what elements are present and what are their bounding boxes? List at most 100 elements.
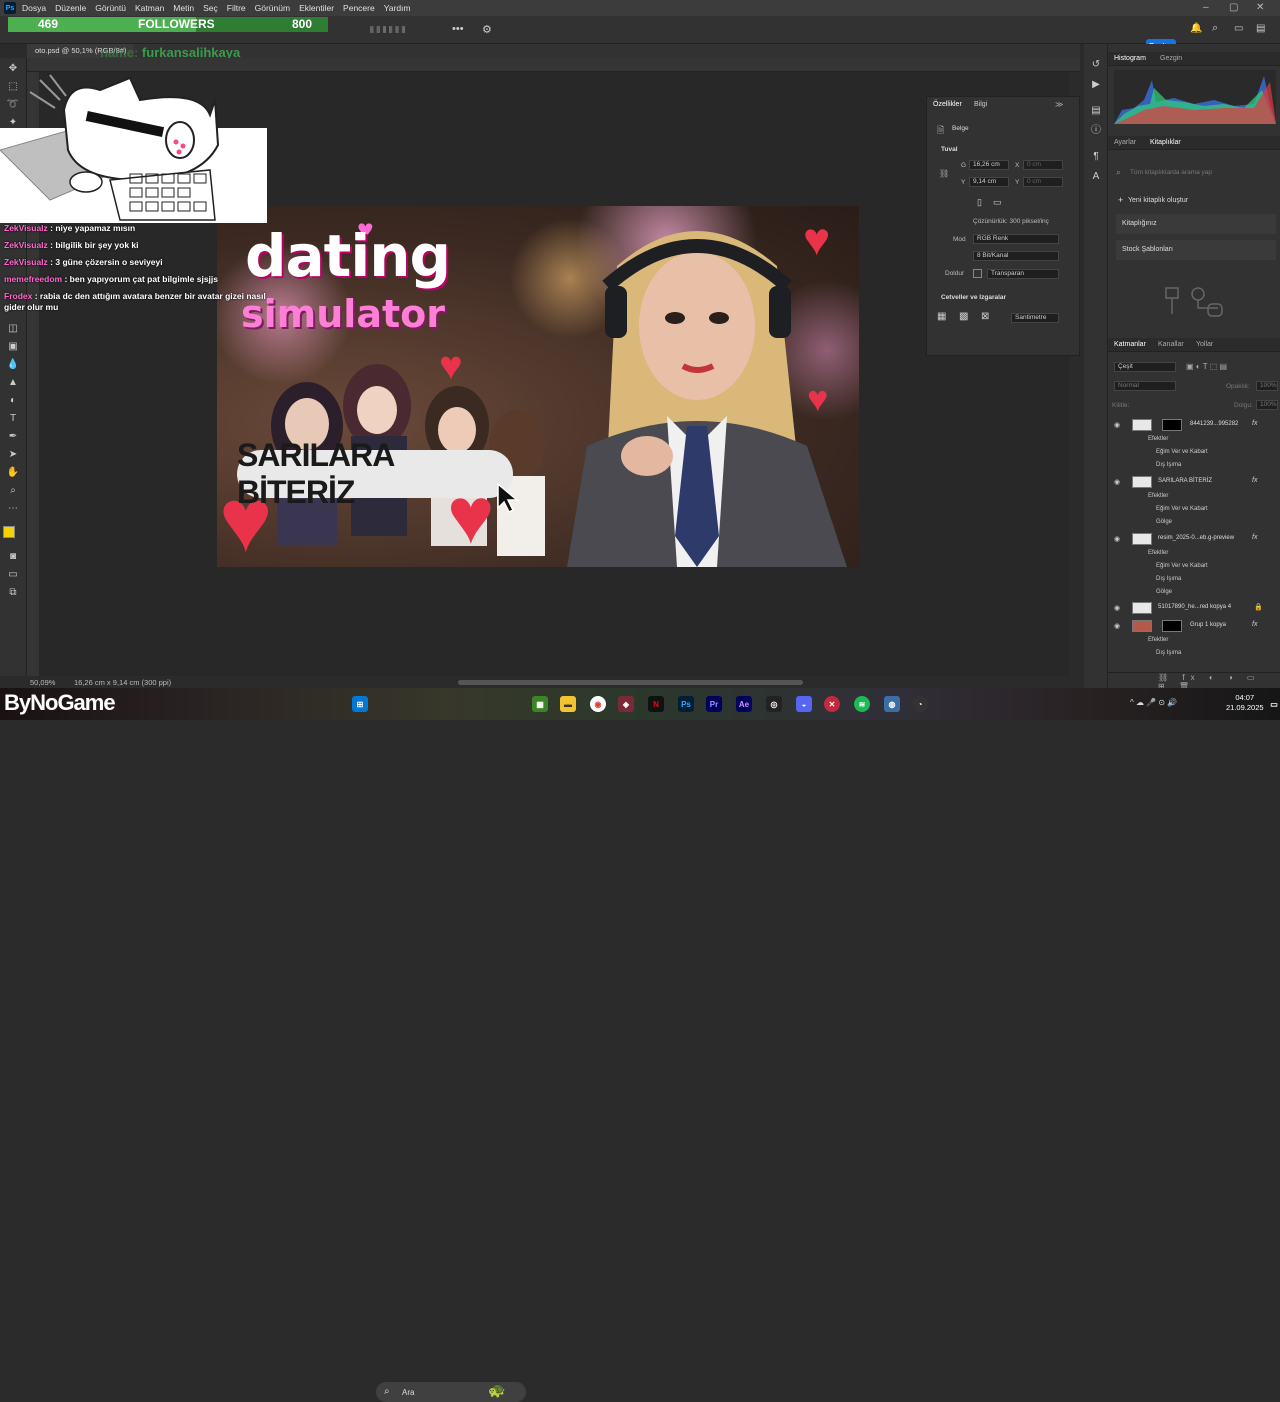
fx-icon[interactable]: fx [1252,621,1257,628]
layers-footer-buttons[interactable]: ⛓ fx ◐ ◑ ▭ ⊞ 🗑 [1108,672,1280,691]
fill-swatch[interactable] [973,269,982,278]
chrome-icon[interactable]: ◉ [590,696,606,712]
history-icon[interactable]: ↺ [1089,58,1103,72]
units-select[interactable]: Santimetre [1011,313,1059,323]
layer-effects-label[interactable]: Efektler [1148,550,1168,556]
menu-window[interactable]: Pencere [343,3,375,13]
fill-opacity-field[interactable]: 100% [1256,400,1278,410]
more-tools-icon[interactable]: ⋯ [6,502,20,516]
minimize-icon[interactable]: – [1203,2,1209,13]
tab-channels[interactable]: Kanallar [1158,341,1184,348]
thumbnail-artwork[interactable]: ♥ ♥ ♥ ♥ ♥ ♥ dating simulator SARILARA Bİ… [217,206,859,567]
panel-menu-icon[interactable]: ≫ [1055,100,1063,109]
minecraft-icon[interactable]: ▦ [532,696,548,712]
tab-properties[interactable]: Özellikler [933,101,962,108]
app-icon[interactable]: ◎ [766,696,782,712]
tab-adjustments[interactable]: Ayarlar [1114,139,1136,146]
character-icon[interactable]: A [1089,170,1103,184]
actions-icon[interactable]: ▶ [1089,78,1103,92]
zoom-level[interactable]: 50,09% [30,678,55,687]
layer-row[interactable]: ◉ 51017890_he...red kopya 4 🔒 [1108,600,1280,616]
layer-row[interactable]: ◉ Grup 1 kopya fx [1108,618,1280,634]
layer-effect[interactable]: Dış Işıma [1156,462,1181,468]
info-icon[interactable]: ⓘ [1089,124,1103,138]
layer-row[interactable]: ◉ resim_2025-0...eb.g-preview fx [1108,531,1280,547]
zoom-tool-icon[interactable]: ⌕ [6,484,20,498]
width-field[interactable]: 16,26 cm [969,160,1009,170]
layer-effect[interactable]: Gölge [1156,589,1172,595]
mode-select[interactable]: RGB Renk [973,234,1059,244]
my-libraries-item[interactable]: Kitaplığınız [1116,214,1276,234]
menu-edit[interactable]: Düzenle [55,3,86,13]
layer-effects-label[interactable]: Efektler [1148,436,1168,442]
netflix-icon[interactable]: N [648,696,664,712]
menu-filter[interactable]: Filtre [227,3,246,13]
eye-icon[interactable]: ◉ [1114,604,1120,612]
path-select-icon[interactable]: ➤ [6,448,20,462]
blur-tool-icon[interactable]: 💧 [6,358,20,372]
bit-depth-select[interactable]: 8 Bit/Kanal [973,251,1059,261]
close-icon[interactable]: ✕ [1256,2,1264,13]
landscape-orientation-icon[interactable]: ▭ [993,197,1002,208]
portrait-orientation-icon[interactable]: ▯ [977,197,982,208]
layout-icon[interactable]: ▤ [1256,23,1265,34]
workspace-icon[interactable]: ▭ [1234,23,1243,34]
eraser-tool-icon[interactable]: ◫ [6,322,20,336]
photoshop-icon[interactable]: Ps [678,696,694,712]
obs-icon[interactable]: ◔ [912,696,928,712]
menu-help[interactable]: Yardım [384,3,411,13]
align-icons[interactable]: ⫴ ⫴ ⫴ ⫴ ⫴ ⫴ [370,25,405,36]
lock-icon[interactable]: 🔒 [1254,603,1263,611]
artboard-icon[interactable]: ⧉ [6,586,20,600]
paragraph-icon[interactable]: ¶ [1089,150,1103,164]
layer-effect[interactable]: Dış Işıma [1156,650,1181,656]
eye-icon[interactable]: ◉ [1114,622,1120,630]
quick-mask-icon[interactable]: ◙ [6,550,20,564]
fx-icon[interactable]: fx [1252,420,1257,427]
properties-icon[interactable]: ▤ [1089,104,1103,118]
layer-effect[interactable]: Gölge [1156,519,1172,525]
opacity-field[interactable]: 100% [1256,381,1278,391]
tab-histogram[interactable]: Histogram [1114,55,1146,62]
app-icon[interactable]: ◈ [618,696,634,712]
screen-mode-icon[interactable]: ▭ [6,568,20,582]
tab-libraries[interactable]: Kitaplıklar [1150,139,1181,146]
taskbar-clock[interactable]: 04:07 21.09.2025 [1226,693,1264,713]
menu-file[interactable]: Dosya [22,3,46,13]
layer-kind-filter[interactable]: Çeşit [1114,362,1176,372]
horizontal-scrollbar[interactable] [458,680,803,685]
search-icon[interactable]: ⌕ [1212,22,1218,35]
spotify-icon[interactable]: ≋ [854,696,870,712]
system-tray-icons[interactable]: ^ ☁ 🎤 ⊙ 🔊 [1130,698,1177,707]
library-search-input[interactable]: Tüm kitaplıklarda arama yap [1130,169,1212,176]
layer-row[interactable]: ◉ SARILARA BİTERİZ fx [1108,474,1280,490]
tab-layers[interactable]: Katmanlar [1114,341,1146,348]
layer-effect[interactable]: Dış Işıma [1156,576,1181,582]
eye-icon[interactable]: ◉ [1114,478,1120,486]
fx-icon[interactable]: fx [1252,477,1257,484]
menu-layer[interactable]: Katman [135,3,164,13]
foreground-color-swatch[interactable] [3,526,15,538]
dodge-tool-icon[interactable]: ◐ [6,394,20,408]
type-tool-icon[interactable]: T [6,412,20,426]
maximize-icon[interactable]: ▢ [1229,2,1238,13]
plus-icon[interactable]: + [1118,195,1123,205]
y-field[interactable]: 0 cm [1023,177,1063,187]
app-icon[interactable]: ✕ [824,696,840,712]
gear-icon[interactable]: ⚙ [482,23,492,36]
layer-effect[interactable]: Eğim Ver ve Kabart [1156,449,1208,455]
guides-icon[interactable]: ⊠ [981,311,989,322]
pen-tool-icon[interactable]: ✒ [6,430,20,444]
layer-row[interactable]: ◉ 8441239...995282 fx [1108,417,1280,433]
gradient-tool-icon[interactable]: ▣ [6,340,20,354]
height-field[interactable]: 9,14 cm [969,177,1009,187]
premiere-icon[interactable]: Pr [706,696,722,712]
eye-icon[interactable]: ◉ [1114,421,1120,429]
link-icon[interactable]: ⛓ [939,169,949,178]
new-library-button[interactable]: Yeni kitaplık oluştur [1128,197,1188,204]
layer-effects-label[interactable]: Efektler [1148,493,1168,499]
steam-icon[interactable]: ◍ [884,696,900,712]
eye-icon[interactable]: ◉ [1114,535,1120,543]
fx-icon[interactable]: fx [1252,534,1257,541]
canvas-section-label[interactable]: Tuval [941,146,958,153]
